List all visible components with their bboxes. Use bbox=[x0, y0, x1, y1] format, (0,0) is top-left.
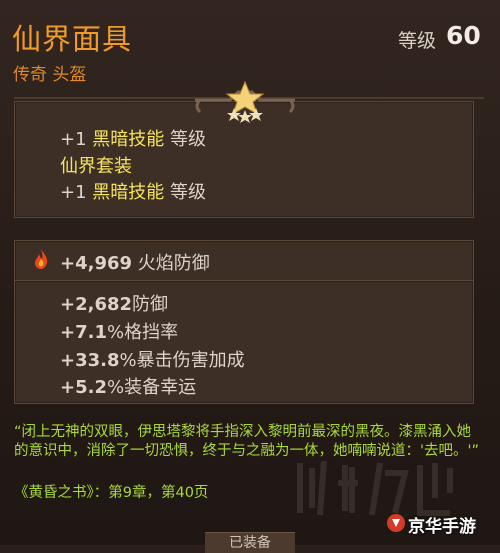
primary-stat: +4,969 火焰防御 bbox=[60, 249, 210, 275]
set-bonus-line-1-suffix: 等级 bbox=[170, 129, 207, 150]
set-bonus-line-1-skill: 黑暗技能 bbox=[92, 129, 165, 150]
stat-value: +33.8 bbox=[60, 350, 120, 371]
item-rarity-slot: 传奇 头盔 bbox=[13, 65, 87, 85]
stat-label: %装备幸运 bbox=[106, 377, 197, 398]
stat-row: +7.1%格挡率 bbox=[60, 318, 178, 344]
item-tooltip-panel: 仙界面具 传奇 头盔 等级 60 +1 黑暗技能 等级 仙界套装 +1 黑暗技能… bbox=[0, 0, 500, 553]
set-bonus-line-2-prefix: +1 bbox=[60, 182, 87, 203]
stat-label: %暴击伤害加成 bbox=[119, 350, 245, 371]
stat-value: +5.2 bbox=[60, 377, 107, 398]
set-bonus-line-2: +1 黑暗技能 等级 bbox=[60, 178, 206, 204]
set-bonus-line-2-skill: 黑暗技能 bbox=[92, 182, 165, 203]
set-bonus-line-1-prefix: +1 bbox=[60, 129, 87, 150]
flame-icon bbox=[35, 249, 48, 269]
set-bonus-line-2-suffix: 等级 bbox=[170, 182, 207, 203]
flavor-citation: 《黄昏之书》：第9章，第40页 bbox=[14, 485, 209, 501]
equipped-button[interactable]: 已装备 bbox=[205, 532, 295, 553]
site-logo-icon bbox=[387, 514, 405, 532]
set-name: 仙界套装 bbox=[60, 156, 132, 177]
primary-stat-label: 火焰防御 bbox=[137, 253, 210, 274]
stat-label: 防御 bbox=[132, 294, 169, 315]
stat-label: %格挡率 bbox=[106, 322, 179, 343]
site-watermark-text: 京华手游 bbox=[408, 517, 476, 537]
stat-row: +33.8%暴击伤害加成 bbox=[60, 346, 245, 372]
stat-value: +7.1 bbox=[60, 322, 107, 343]
item-level-value: 60 bbox=[446, 21, 481, 50]
item-name: 仙界面具 bbox=[12, 22, 133, 56]
stat-value: +2,682 bbox=[60, 294, 133, 315]
primary-stat-value: +4,969 bbox=[60, 253, 133, 274]
rank-star-ornament-icon bbox=[195, 80, 295, 123]
stat-row: +2,682防御 bbox=[60, 290, 168, 316]
item-level-label: 等级 bbox=[398, 30, 437, 52]
set-bonus-line-1: +1 黑暗技能 等级 bbox=[60, 125, 206, 151]
stat-row: +5.2%装备幸运 bbox=[60, 373, 196, 399]
